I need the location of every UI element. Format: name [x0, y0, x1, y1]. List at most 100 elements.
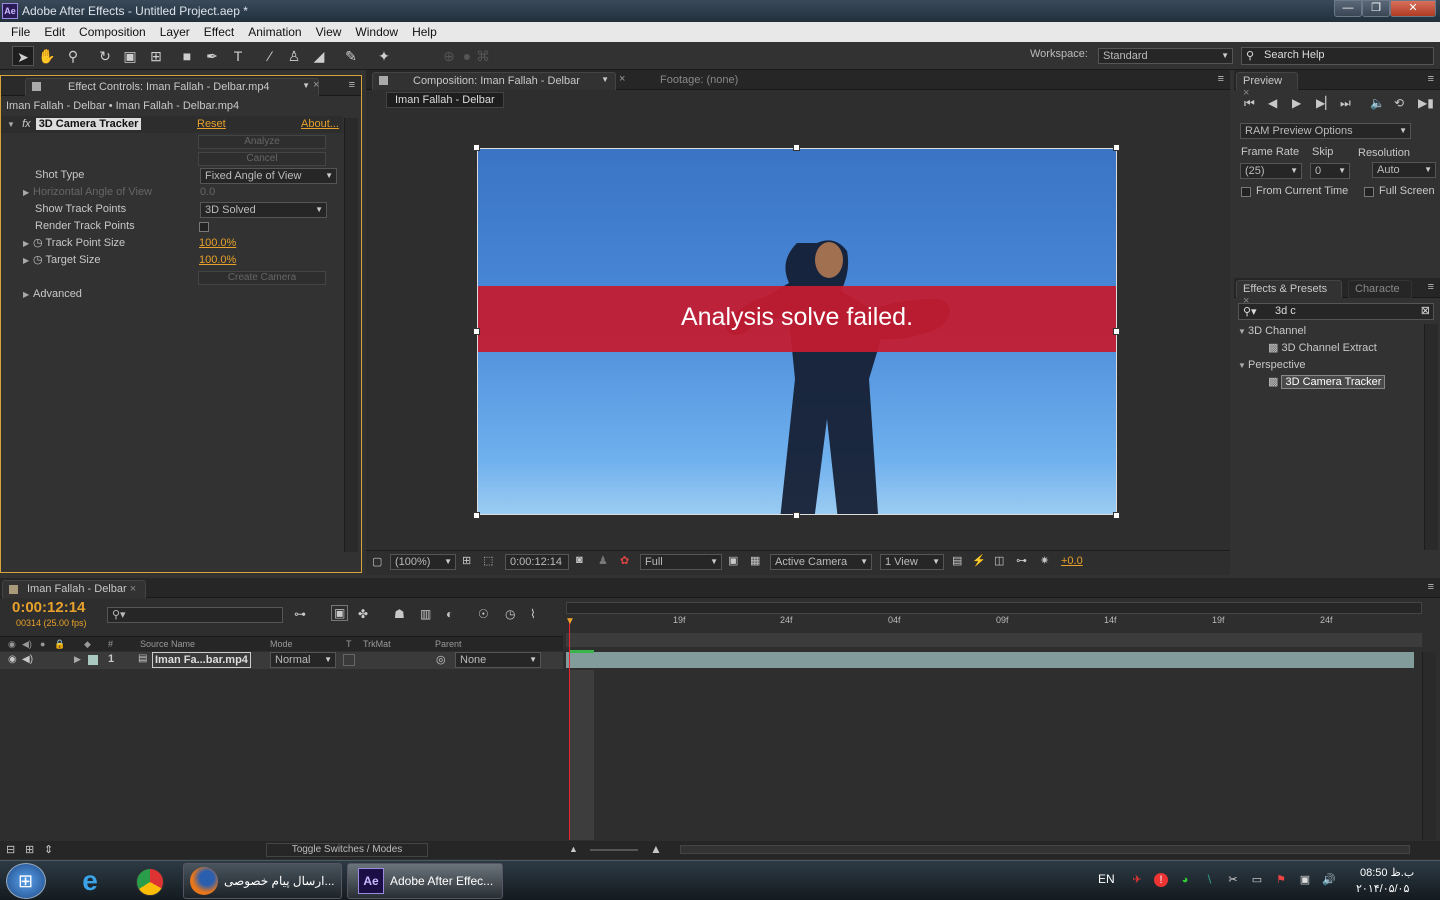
eye-icon[interactable]: ◉: [8, 654, 17, 665]
first-frame-icon[interactable]: ⏮: [1244, 96, 1255, 111]
timeline-search-field[interactable]: ⚲▾: [107, 607, 283, 623]
menu-window[interactable]: Window: [348, 25, 405, 39]
taskbar-firefox-window[interactable]: ارسال پیام خصوصی...: [183, 863, 342, 899]
pixel-aspect-icon[interactable]: ▤: [952, 554, 962, 567]
acrobat-tray-icon[interactable]: ✈: [1130, 873, 1144, 887]
flowchart-icon[interactable]: ⊶: [1016, 554, 1027, 567]
menu-effect[interactable]: Effect: [197, 25, 241, 39]
resize-handle[interactable]: [1113, 328, 1120, 335]
from-current-time-checkbox[interactable]: [1241, 187, 1251, 197]
clock-time[interactable]: 08:50 ب.ظ: [1360, 866, 1414, 879]
composition-viewer[interactable]: Analysis solve failed.: [477, 148, 1117, 515]
expand-triangle-icon[interactable]: ▶: [74, 654, 81, 665]
stopwatch-icon[interactable]: ◷: [33, 254, 43, 266]
column-parent[interactable]: Parent: [435, 637, 462, 651]
region-of-interest-icon[interactable]: ▣: [728, 554, 738, 567]
panel-menu-icon[interactable]: ≡: [1428, 73, 1434, 85]
clock-date[interactable]: ۲۰۱۴/۰۵/۰۵: [1356, 882, 1409, 895]
pen-tray-icon[interactable]: ∖: [1202, 873, 1216, 887]
hand-tool-icon[interactable]: ✋: [36, 46, 58, 66]
speaker-icon[interactable]: ◀): [22, 654, 33, 665]
loop-icon[interactable]: ⟲: [1394, 96, 1404, 110]
shy-layers-icon[interactable]: ☗: [394, 607, 405, 621]
minimize-button[interactable]: —: [1334, 0, 1362, 17]
menu-layer[interactable]: Layer: [153, 25, 197, 39]
menu-composition[interactable]: Composition: [72, 25, 153, 39]
layer-name[interactable]: Iman Fa...bar.mp4: [152, 652, 251, 668]
language-indicator[interactable]: EN: [1098, 872, 1115, 886]
tab-preview[interactable]: Preview ×: [1236, 72, 1298, 99]
video-switch-icon[interactable]: ◉: [8, 637, 16, 651]
pan-behind-tool-icon[interactable]: ⊞: [145, 46, 167, 66]
clear-search-icon[interactable]: ⊠: [1421, 304, 1430, 318]
motion-blur-icon[interactable]: ◐: [446, 607, 453, 621]
menu-animation[interactable]: Animation: [241, 25, 308, 39]
tab-character[interactable]: Characte: [1348, 280, 1412, 298]
skip-dropdown[interactable]: 0 ▼: [1310, 163, 1350, 179]
playhead-icon[interactable]: ▼: [565, 616, 575, 627]
type-tool-icon[interactable]: T: [227, 46, 249, 66]
graph-editor-icon[interactable]: ⌇: [530, 607, 536, 621]
show-snapshot-icon[interactable]: ♟: [598, 554, 608, 567]
zoom-in-icon[interactable]: ▲: [650, 842, 662, 856]
keyboard-tray-icon[interactable]: ▭: [1250, 873, 1264, 887]
expand-triangle-icon[interactable]: ▼: [7, 116, 17, 133]
resize-handle[interactable]: [473, 144, 480, 151]
resize-handle[interactable]: [473, 328, 480, 335]
puppet-pin-tool-icon[interactable]: ✦: [373, 46, 395, 66]
menu-help[interactable]: Help: [405, 25, 444, 39]
time-navigator[interactable]: [566, 633, 1422, 647]
trkmat-box[interactable]: [343, 654, 355, 666]
view-axis-icon[interactable]: ⌘: [472, 46, 494, 66]
brush-tool-icon[interactable]: ∕: [259, 46, 281, 66]
last-frame-icon[interactable]: ⏭: [1340, 96, 1351, 111]
timeline-scrollbar[interactable]: [1422, 652, 1436, 840]
analyze-button[interactable]: Analyze: [198, 135, 326, 149]
effect-item-3d-channel-extract[interactable]: ▩ 3D Channel Extract: [1268, 340, 1377, 357]
reset-link[interactable]: Reset: [197, 116, 226, 133]
brainstorm-icon[interactable]: ☉: [478, 607, 489, 621]
comp-mini-flowchart-icon[interactable]: ⊶: [294, 607, 306, 621]
create-camera-button[interactable]: Create Camera: [198, 271, 326, 285]
group-3d-channel[interactable]: ▼ 3D Channel: [1238, 323, 1306, 340]
panel-menu-icon[interactable]: ≡: [349, 79, 355, 91]
current-time-indicator[interactable]: [569, 618, 570, 840]
expand-modes-icon[interactable]: ⊞: [25, 843, 34, 856]
zoom-tool-icon[interactable]: ⚲: [62, 46, 84, 66]
frame-rate-dropdown[interactable]: (25) ▼: [1240, 163, 1302, 179]
warning-tray-icon[interactable]: !: [1154, 873, 1168, 887]
effects-search-field[interactable]: ⚲▾ 3d c ⊠: [1238, 303, 1434, 320]
expand-layer-switches-icon[interactable]: ⊟: [6, 843, 15, 856]
transparency-grid-icon[interactable]: ▦: [750, 554, 760, 567]
snapshot-icon[interactable]: ◙: [576, 554, 583, 566]
taskbar-after-effects-window[interactable]: Ae Adobe After Effec...: [347, 863, 503, 899]
chevron-down-icon[interactable]: ▼: [302, 81, 310, 90]
effect-header-row[interactable]: ▼ fx 3D Camera Tracker Reset About...: [1, 116, 343, 133]
label-color-swatch[interactable]: [88, 655, 98, 665]
menu-view[interactable]: View: [309, 25, 349, 39]
resize-handle[interactable]: [793, 512, 800, 519]
horizontal-scrollbar[interactable]: [680, 845, 1410, 854]
close-button[interactable]: ✕: [1390, 0, 1436, 17]
tab-timeline[interactable]: Iman Fallah - Delbar ×: [2, 580, 146, 598]
tools-tray-icon[interactable]: ✂: [1226, 873, 1240, 887]
label-icon[interactable]: ◆: [84, 637, 91, 651]
flag-tray-icon[interactable]: ⚑: [1274, 873, 1288, 887]
roto-brush-tool-icon[interactable]: ✎: [340, 46, 362, 66]
audio-switch-icon[interactable]: ◀): [22, 637, 32, 651]
ram-preview-icon[interactable]: ▶▮: [1418, 96, 1434, 110]
magnification-dropdown[interactable]: (100%) ▼: [390, 554, 456, 570]
tab-composition[interactable]: Composition: Iman Fallah - Delbar ▼: [372, 72, 616, 90]
rotation-tool-icon[interactable]: ↻: [94, 46, 116, 66]
comp-navigator-button[interactable]: Iman Fallah - Delbar: [386, 92, 504, 108]
resolution-dropdown[interactable]: Full ▼: [640, 554, 722, 570]
safe-zones-icon[interactable]: ⊞: [462, 554, 471, 567]
show-track-points-dropdown[interactable]: 3D Solved ▼: [200, 202, 327, 218]
internet-explorer-icon[interactable]: e: [72, 865, 108, 897]
target-size-value[interactable]: 100.0%: [199, 252, 236, 269]
target-size-row[interactable]: ▶ ◷ Target Size: [23, 252, 101, 269]
track-point-size-row[interactable]: ▶ ◷ Track Point Size: [23, 235, 125, 252]
column-source-name[interactable]: Source Name: [140, 637, 195, 651]
next-frame-icon[interactable]: ▶▏: [1316, 96, 1334, 110]
clone-stamp-tool-icon[interactable]: ♙: [283, 46, 305, 66]
